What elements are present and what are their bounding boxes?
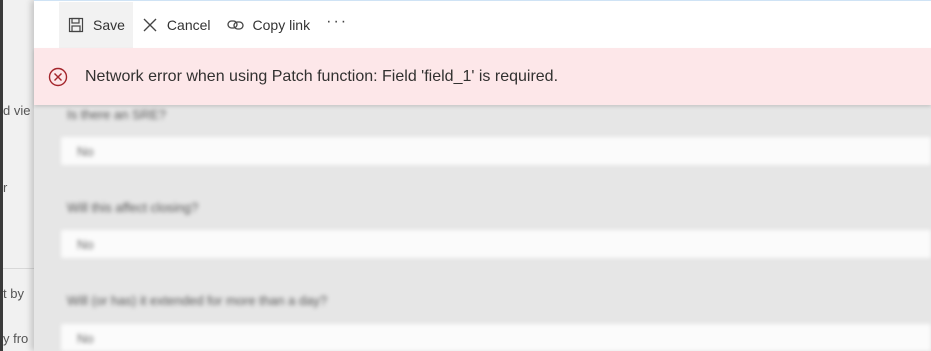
question-label: Will (or has) it extended for more than … — [67, 293, 328, 308]
error-circle-icon — [47, 66, 69, 88]
question-value: No — [77, 237, 94, 252]
question-value: No — [77, 331, 94, 346]
command-bar: Save Cancel Copy link ··· — [34, 0, 931, 48]
background-list-text: t by — [3, 286, 24, 301]
error-banner: Network error when using Patch function:… — [34, 48, 931, 105]
background-list-text: y fro — [3, 331, 29, 346]
more-options-button[interactable]: ··· — [318, 0, 356, 51]
close-icon — [141, 16, 159, 34]
question-label: Will this affect closing? — [67, 200, 199, 215]
copy-link-button[interactable]: Copy link — [219, 2, 319, 48]
cancel-label: Cancel — [166, 16, 211, 33]
question-field[interactable]: No — [61, 324, 931, 351]
question-field[interactable]: No — [61, 137, 931, 165]
save-button[interactable]: Save — [59, 1, 133, 48]
background-list: d vie r t by y fro — [0, 0, 34, 351]
save-icon — [67, 16, 85, 34]
background-list-divider — [3, 268, 34, 269]
form-body: Is there an SRE? No Will this affect clo… — [34, 105, 931, 351]
question-value: No — [77, 144, 94, 159]
question-field[interactable]: No — [61, 230, 931, 258]
error-message: Network error when using Patch function:… — [85, 67, 559, 85]
background-list-text: d vie — [3, 103, 31, 118]
cancel-button[interactable]: Cancel — [133, 2, 219, 48]
edit-panel: Save Cancel Copy link ··· Network error … — [34, 0, 931, 351]
link-icon — [226, 16, 245, 34]
background-list-text: r — [3, 180, 8, 195]
save-label: Save — [93, 16, 125, 33]
more-icon: ··· — [326, 12, 349, 30]
copy-link-label: Copy link — [252, 16, 311, 33]
question-label: Is there an SRE? — [67, 107, 166, 122]
